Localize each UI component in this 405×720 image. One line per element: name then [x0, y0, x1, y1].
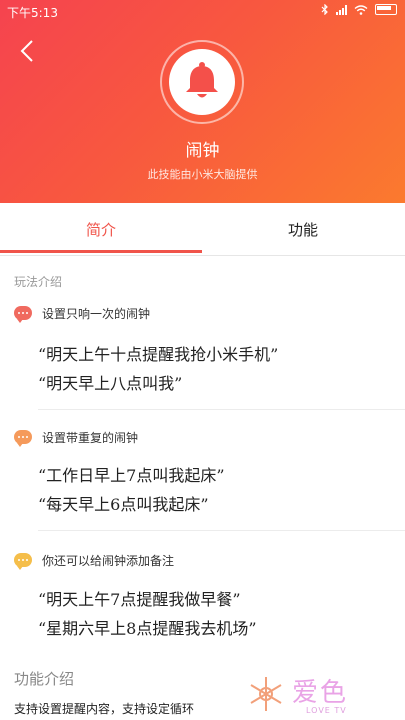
- example-utterance: “每天早上6点叫我起床”: [38, 495, 209, 514]
- bluetooth-icon: [321, 4, 328, 15]
- tab-intro[interactable]: 简介: [0, 219, 202, 240]
- bell-icon: [186, 62, 218, 98]
- features-description: 支持设置提醒内容，支持设定循环: [14, 702, 195, 716]
- skill-title: 闹钟: [185, 141, 220, 161]
- skill-example-title: 你还可以给闹钟添加备注: [42, 554, 175, 568]
- watermark-brand: 爱色: [292, 678, 349, 708]
- divider: [38, 409, 405, 410]
- watermark: 爱色 LOVE TV: [244, 672, 405, 720]
- active-tab-indicator: [0, 250, 202, 253]
- skill-example-title: 设置带重复的闹钟: [42, 431, 139, 445]
- watermark-subtitle: LOVE TV: [306, 706, 347, 715]
- wifi-icon: [354, 4, 368, 15]
- chat-bubble-icon: [14, 306, 32, 323]
- status-time: 下午5:13: [7, 6, 58, 20]
- skill-example-title: 设置只响一次的闹钟: [42, 307, 151, 321]
- skill-icon-circle: [169, 49, 235, 115]
- signal-icon: [336, 4, 347, 15]
- example-utterance: “明天上午7点提醒我做早餐”: [38, 590, 241, 609]
- back-arrow-icon[interactable]: [16, 38, 40, 64]
- status-bar: 下午5:13: [0, 0, 405, 22]
- tab-features[interactable]: 功能: [202, 219, 404, 240]
- chat-bubble-icon: [14, 553, 32, 570]
- divider: [38, 530, 405, 531]
- section-label-features: 功能介绍: [14, 670, 75, 688]
- example-utterance: “明天上午十点提醒我抢小米手机”: [38, 345, 279, 364]
- skill-provider: 此技能由小米大脑提供: [147, 168, 258, 181]
- example-utterance: “明天早上八点叫我”: [38, 374, 183, 393]
- section-label-intro: 玩法介绍: [14, 275, 63, 289]
- skill-header: 下午5:13 闹钟 此技能由小米大脑提供: [0, 0, 405, 203]
- example-utterance: “星期六早上8点提醒我去机场”: [38, 619, 257, 638]
- chat-bubble-icon: [14, 430, 32, 447]
- skill-icon-ring: [160, 40, 244, 124]
- tab-bar: 简介 功能: [0, 203, 405, 256]
- example-utterance: “工作日早上7点叫我起床”: [38, 466, 225, 485]
- status-icons: [321, 4, 397, 15]
- battery-icon: [375, 4, 397, 15]
- snowflake-logo-icon: [250, 677, 282, 711]
